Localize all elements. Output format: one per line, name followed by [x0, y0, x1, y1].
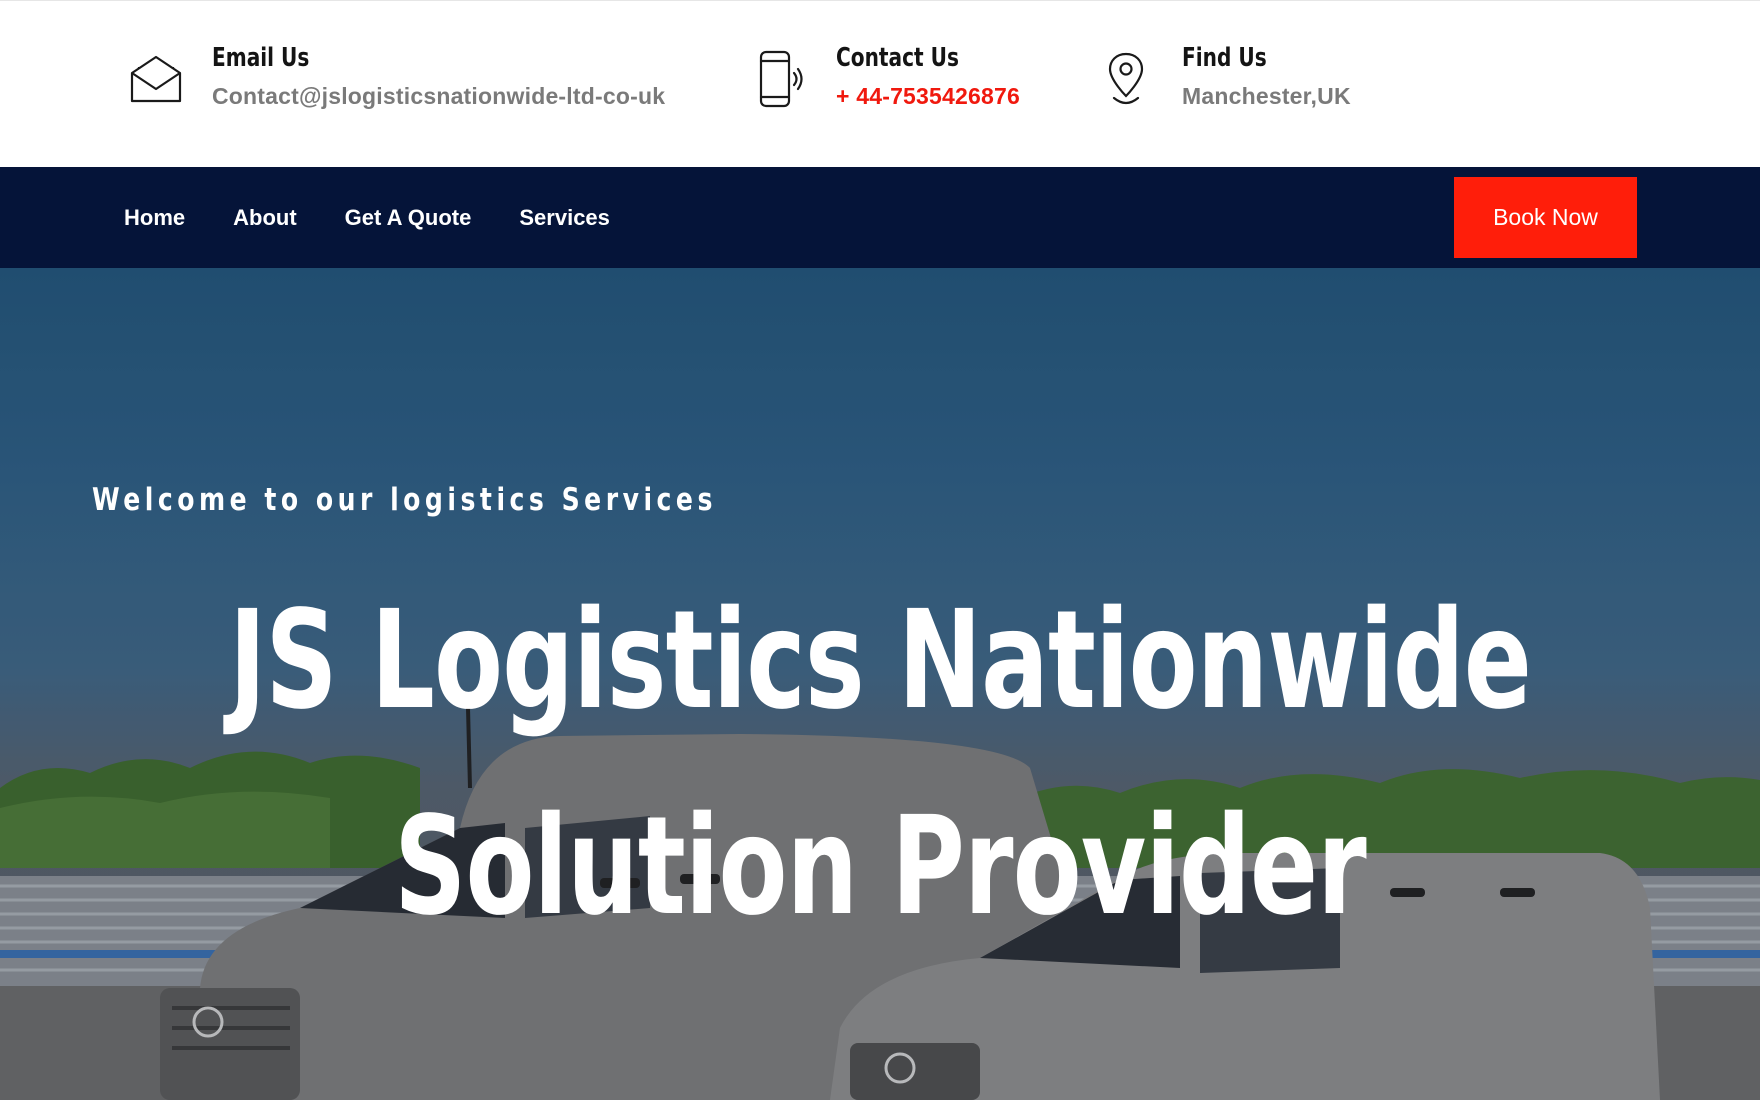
hero-kicker: Welcome to our logistics Services [92, 482, 717, 518]
hero-title-line-2: Solution Provider [394, 788, 1367, 946]
find-value: Manchester,UK [1182, 83, 1351, 109]
contact-email: Email Us Contact@jslogisticsnationwide-l… [126, 41, 665, 111]
hero-section: Welcome to our logistics Services JS Log… [0, 268, 1760, 1100]
book-now-button[interactable]: Book Now [1454, 177, 1637, 258]
phone-icon [750, 47, 810, 111]
hero-title-line-1: JS Logistics Nationwide [228, 582, 1532, 740]
nav-home[interactable]: Home [124, 205, 185, 231]
email-label: Email Us [212, 43, 310, 73]
nav-links: Home About Get A Quote Services [124, 167, 658, 268]
email-value[interactable]: Contact@jslogisticsnationwide-ltd-co-uk [212, 83, 665, 110]
phone-value[interactable]: + 44-7535426876 [836, 83, 1020, 110]
nav-about[interactable]: About [233, 205, 297, 231]
envelope-icon [126, 47, 186, 111]
nav-services[interactable]: Services [519, 205, 610, 231]
contact-bar: Email Us Contact@jslogisticsnationwide-l… [0, 0, 1760, 167]
nav-get-a-quote[interactable]: Get A Quote [345, 205, 472, 231]
contact-phone: Contact Us + 44-7535426876 [750, 41, 1020, 111]
location-pin-icon [1096, 47, 1156, 111]
phone-label: Contact Us [836, 43, 959, 73]
contact-location: Find Us Manchester,UK [1096, 41, 1351, 111]
hero-title: JS Logistics Nationwide Solution Provide… [158, 558, 1601, 970]
main-navbar: Home About Get A Quote Services Book Now [0, 167, 1760, 268]
find-label: Find Us [1182, 43, 1267, 73]
